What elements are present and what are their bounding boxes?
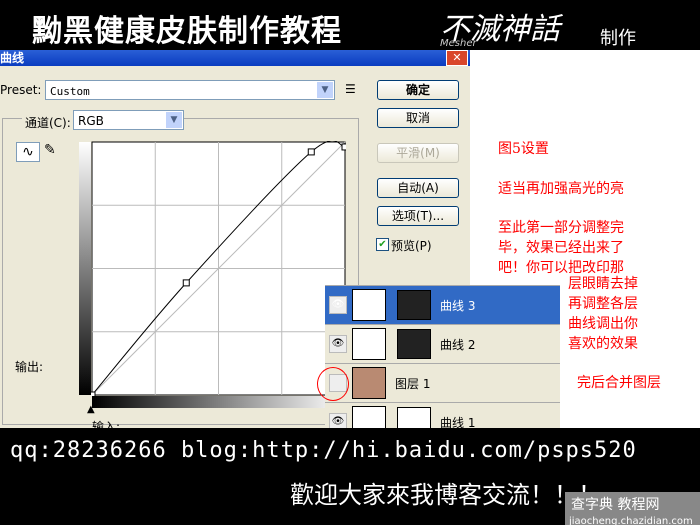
preset-select[interactable]: Custom ▼ <box>45 80 335 100</box>
logo-signature: Mesher <box>440 38 477 49</box>
note-2: 适当再加强高光的亮 <box>498 181 624 197</box>
note-4: 层眼睛去掉 再调整各层 曲线调出你 喜欢的效果 <box>568 276 638 352</box>
layer-mask <box>397 329 431 359</box>
black-point-slider[interactable]: ▲ <box>87 404 95 415</box>
output-gradient <box>79 142 91 395</box>
curve-control-point[interactable] <box>91 391 96 396</box>
curves-thumbnail-icon <box>352 289 386 321</box>
layer-row[interactable]: 👁 曲线 3 <box>325 286 560 325</box>
note-1: 图5设置 <box>498 141 549 157</box>
cancel-button[interactable]: 取消 <box>377 108 459 128</box>
auto-button[interactable]: 自动(A) <box>377 178 459 198</box>
preset-value: Custom <box>50 85 90 98</box>
options-button[interactable]: 选项(T)... <box>377 206 459 226</box>
layer-mask <box>397 290 431 320</box>
smooth-button[interactable]: 平滑(M) <box>377 143 459 163</box>
preview-label: 预览(P) <box>391 239 432 253</box>
layer-row[interactable]: 图层 1 <box>325 364 560 403</box>
curve-graph[interactable] <box>91 141 346 396</box>
channel-select[interactable]: RGB ▼ <box>73 110 184 130</box>
red-circle-annotation <box>317 367 349 401</box>
watermark: 查字典 教程网 jiaocheng.chazidian.com <box>565 492 700 527</box>
output-label: 输出: <box>15 360 44 374</box>
eye-icon[interactable]: 👁 <box>329 296 347 314</box>
note-5: 完后合并图层 <box>577 375 661 391</box>
layer-name: 图层 1 <box>395 377 431 391</box>
logo-sub: 制作 <box>600 28 636 49</box>
banner-title: 黝黑健康皮肤制作教程 <box>32 14 342 49</box>
curve-control-point[interactable] <box>341 143 346 151</box>
curve-tool-icon[interactable]: ∿ <box>16 142 40 162</box>
eye-icon[interactable]: 👁 <box>329 335 347 353</box>
layer-name: 曲线 2 <box>440 338 476 352</box>
preset-label: Preset: <box>0 83 42 97</box>
curve-control-point[interactable] <box>182 279 190 287</box>
channel-value: RGB <box>78 114 104 128</box>
contact-info: qq:28236266 blog:http://hi.baidu.com/psp… <box>10 438 637 463</box>
preset-menu-icon[interactable]: ☰ <box>345 82 356 96</box>
input-gradient <box>92 396 345 408</box>
chevron-down-icon: ▼ <box>166 112 182 128</box>
dialog-titlebar: 曲线 <box>0 50 470 66</box>
ok-button[interactable]: 确定 <box>377 80 459 100</box>
layer-row[interactable]: 👁 曲线 2 <box>325 325 560 364</box>
layer-name: 曲线 3 <box>440 299 476 313</box>
input-label: 输入: <box>92 420 121 428</box>
curves-thumbnail-icon <box>352 328 386 360</box>
chevron-down-icon: ▼ <box>317 82 333 98</box>
curve-control-point[interactable] <box>307 148 315 156</box>
note-3: 至此第一部分调整完 毕，效果已经出来了 吧！你可以把改印那 <box>498 220 624 276</box>
pencil-icon[interactable]: ✎ <box>44 142 56 158</box>
close-button[interactable]: ✕ <box>446 50 468 66</box>
welcome-text: 歡迎大家來我博客交流！！！ <box>290 481 602 509</box>
channel-label: 通道(C): <box>22 114 74 131</box>
preview-checkbox[interactable]: ✔ <box>376 238 389 251</box>
photo-thumbnail <box>352 367 386 399</box>
layers-panel: 👁 曲线 3 👁 曲线 2 图层 1 👁 曲线 1 <box>325 285 560 442</box>
